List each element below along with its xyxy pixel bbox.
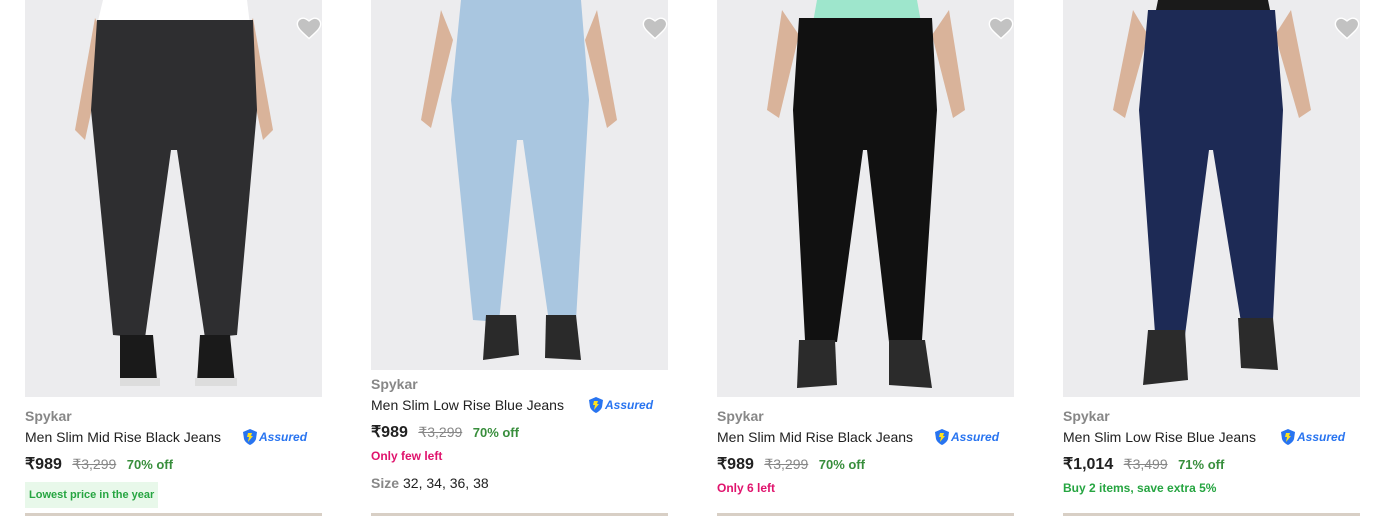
assured-badge: Assured <box>242 428 307 446</box>
brand-name: Spykar <box>1063 408 1110 424</box>
mrp: ₹3,299 <box>72 456 117 472</box>
heart-wishlist-icon[interactable] <box>1333 14 1361 42</box>
assured-label: Assured <box>951 430 1000 444</box>
stock-status: Only few left <box>371 449 443 463</box>
assured-badge: Assured <box>934 428 999 446</box>
discount: 70% off <box>472 425 519 440</box>
assured-label: Assured <box>1297 430 1346 444</box>
price: ₹1,014 <box>1063 456 1114 473</box>
discount: 70% off <box>818 457 865 472</box>
brand-name: Spykar <box>371 376 418 392</box>
brand-name: Spykar <box>25 408 72 424</box>
product-image[interactable] <box>25 0 322 397</box>
assured-shield-icon <box>1281 429 1295 445</box>
size-label: Size <box>371 475 400 491</box>
mrp: ₹3,499 <box>1123 456 1168 472</box>
price: ₹989 <box>25 456 62 473</box>
heart-wishlist-icon[interactable] <box>641 14 669 42</box>
stock-status: Only 6 left <box>717 481 776 495</box>
mrp: ₹3,299 <box>418 424 463 440</box>
size-values: 32, 34, 36, 38 <box>403 475 489 491</box>
price: ₹989 <box>717 456 754 473</box>
heart-wishlist-icon[interactable] <box>295 14 323 42</box>
jeans-photo <box>25 0 322 397</box>
product-image[interactable] <box>1063 0 1360 397</box>
product-image[interactable] <box>717 0 1014 397</box>
jeans-photo <box>717 0 1014 397</box>
mrp: ₹3,299 <box>764 456 809 472</box>
discount: 71% off <box>1178 457 1225 472</box>
assured-label: Assured <box>605 398 654 412</box>
size-list: Size 32, 34, 36, 38 <box>371 475 669 491</box>
assured-label: Assured <box>259 430 308 444</box>
price: ₹989 <box>371 424 408 441</box>
product-image[interactable] <box>371 0 668 370</box>
heart-wishlist-icon[interactable] <box>987 14 1015 42</box>
jeans-photo <box>1063 0 1360 397</box>
offer-text: Buy 2 items, save extra 5% <box>1063 481 1217 495</box>
assured-shield-icon <box>243 429 257 445</box>
assured-shield-icon <box>935 429 949 445</box>
brand-name: Spykar <box>717 408 764 424</box>
lowest-price-badge: Lowest price in the year <box>25 482 159 508</box>
assured-badge: Assured <box>1280 428 1345 446</box>
assured-badge: Assured <box>588 396 653 414</box>
discount: 70% off <box>126 457 173 472</box>
jeans-photo <box>371 0 668 370</box>
assured-shield-icon <box>589 397 603 413</box>
